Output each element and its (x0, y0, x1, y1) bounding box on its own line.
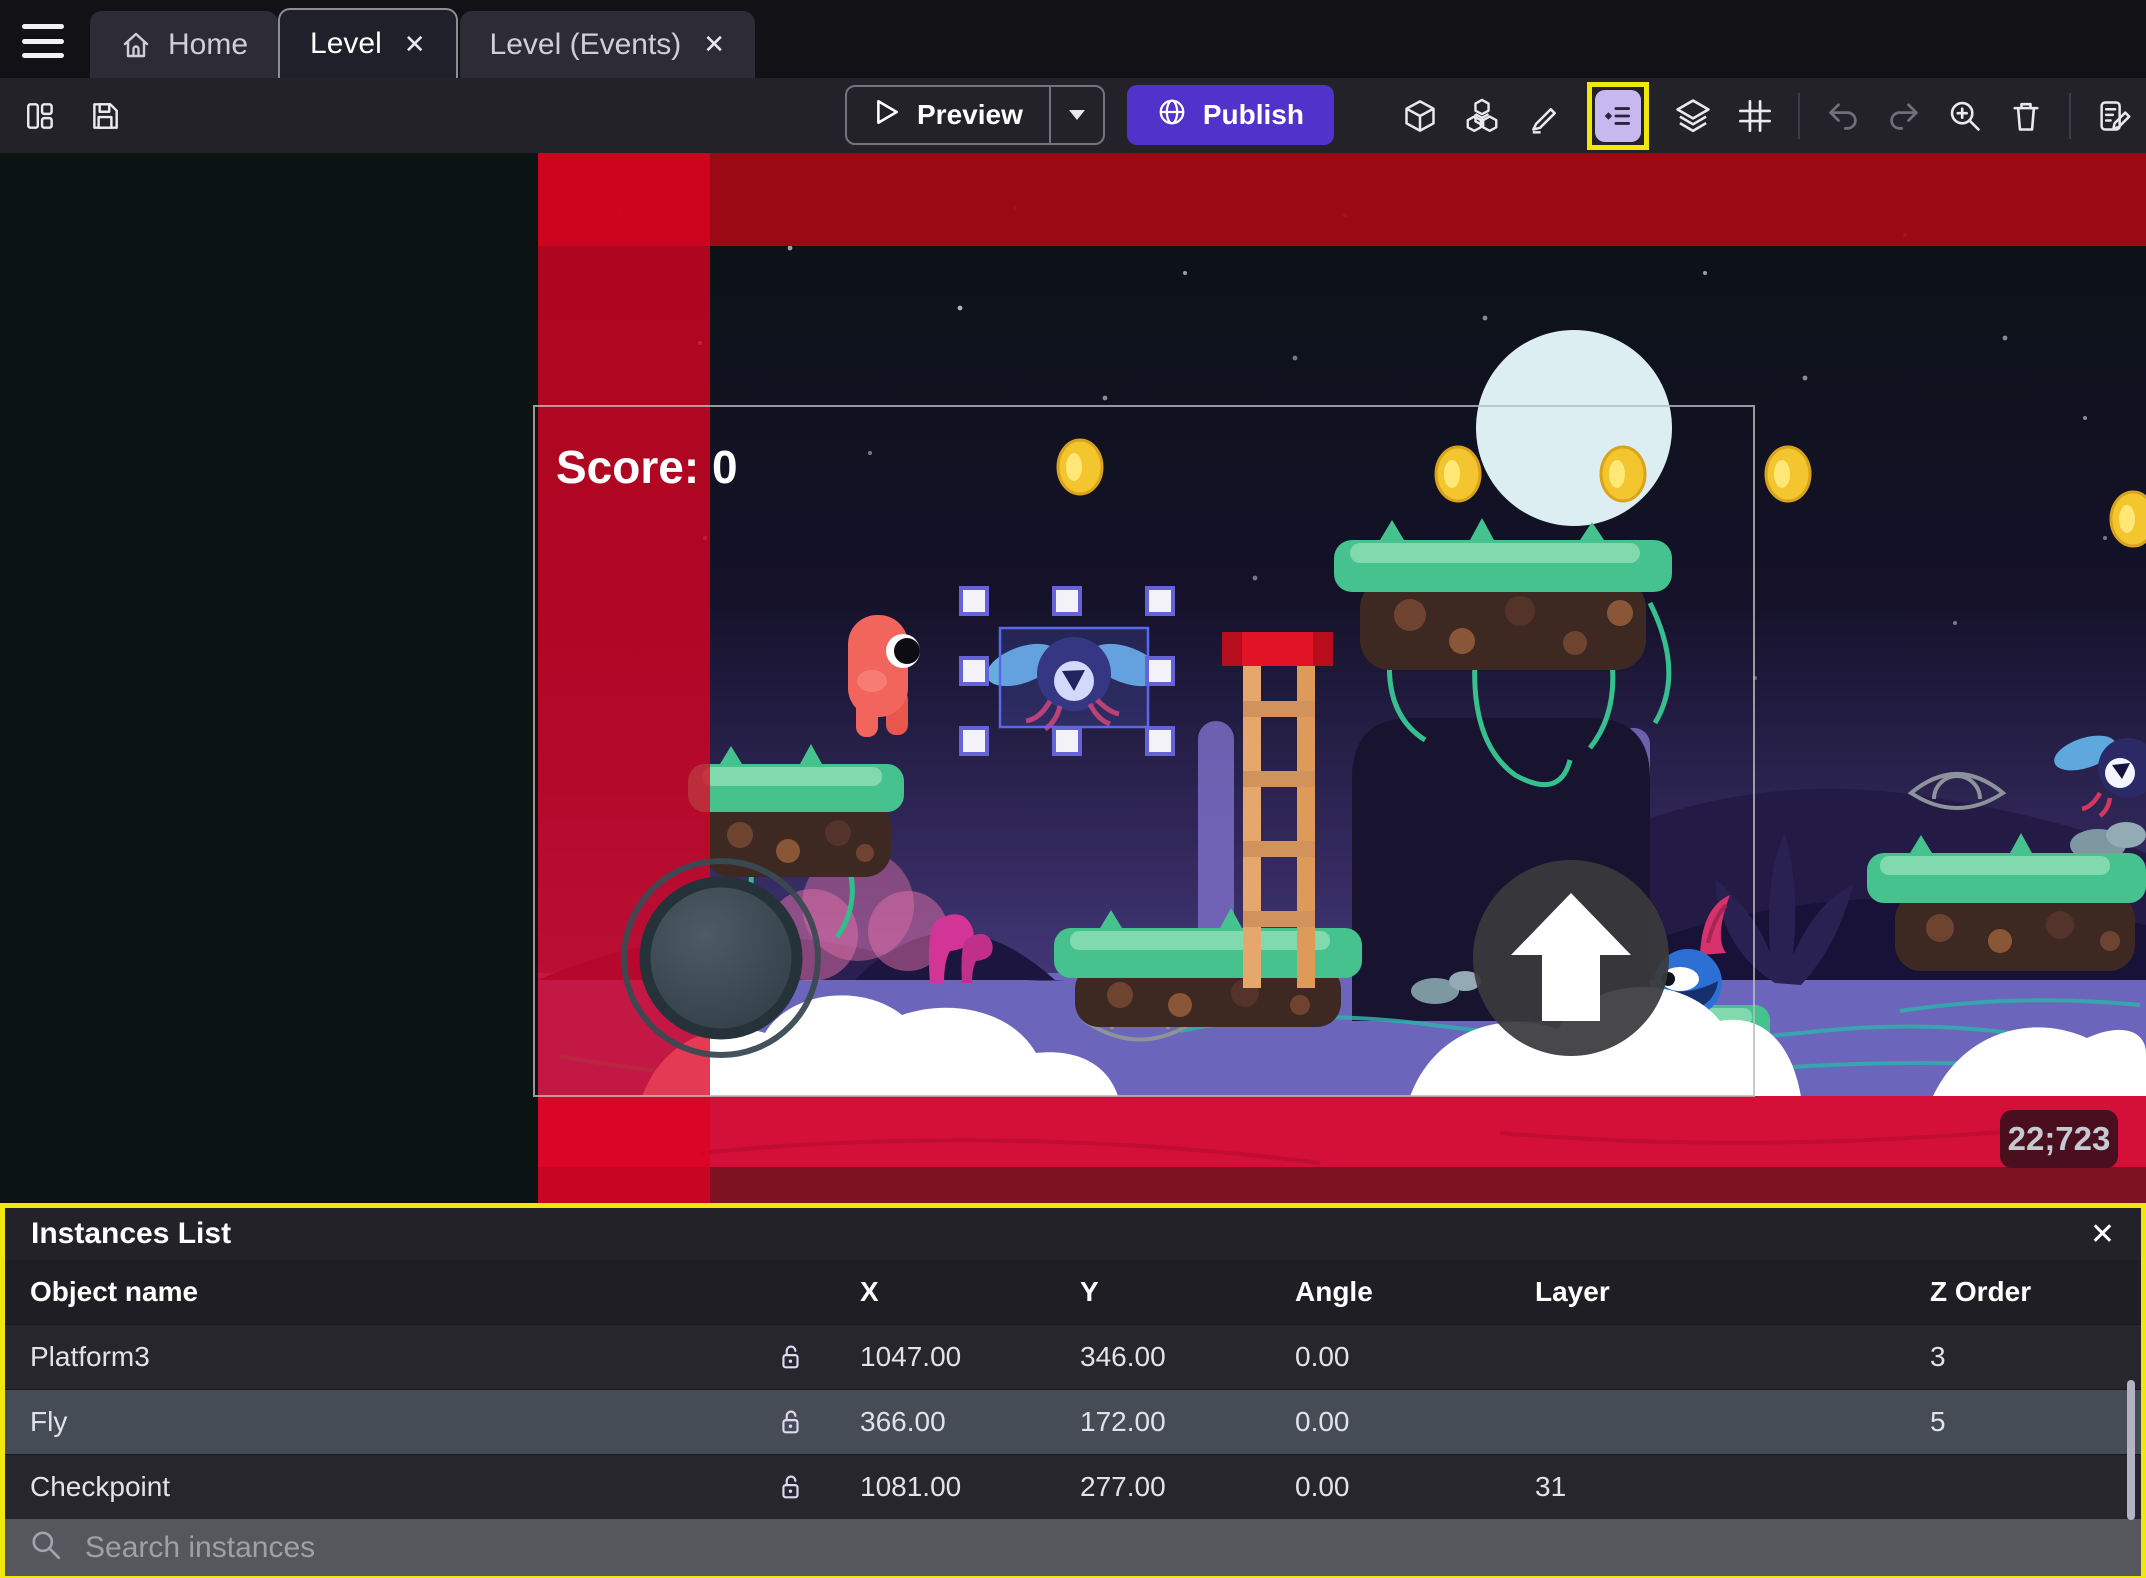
scene-canvas[interactable]: Score: 0 22;723 (0, 153, 2146, 1203)
cursor-coordinates-badge: 22;723 (2000, 1110, 2118, 1168)
redo-icon[interactable] (1886, 98, 1922, 134)
lock-open-icon[interactable] (745, 1407, 835, 1437)
tab-label: Level (310, 27, 382, 60)
column-z-order[interactable]: Z Order (1905, 1276, 2141, 1308)
pen-icon[interactable] (1526, 98, 1562, 134)
editor-toolbar: Preview Publish (0, 78, 2146, 153)
hud-joystick[interactable] (621, 858, 821, 1058)
instance-y: 277.00 (1080, 1471, 1166, 1502)
coin (1434, 445, 1482, 503)
layers-icon[interactable] (1674, 97, 1712, 135)
search-icon (29, 1528, 63, 1567)
coin (1056, 438, 1104, 496)
objects-group-icon[interactable] (1463, 97, 1501, 135)
edit-properties-icon[interactable] (2096, 98, 2132, 134)
instance-name: Platform3 (30, 1341, 150, 1372)
home-icon (120, 29, 152, 61)
instances-list-panel: Instances List ✕ Object name X Y Angle L… (0, 1203, 2146, 1578)
lock-open-icon[interactable] (745, 1472, 835, 1502)
play-icon (873, 98, 901, 133)
coin (1599, 445, 1647, 503)
tab-bar: Home Level ✕ Level (Events) ✕ (0, 0, 2146, 78)
gray-stone (2106, 822, 2146, 848)
globe-icon (1157, 97, 1187, 134)
search-row (5, 1519, 2141, 1576)
instance-z-order: 31 (1535, 1471, 1567, 1502)
preview-button[interactable]: Preview (845, 85, 1105, 145)
instance-z-order: 5 (1930, 1406, 1946, 1437)
preview-dropdown-button[interactable] (1051, 87, 1103, 143)
panel-title: Instances List (31, 1217, 232, 1250)
instances-table-header: Object name X Y Angle Layer Z Order (5, 1260, 2141, 1324)
column-x[interactable]: X (835, 1276, 1055, 1308)
hud-jump-button[interactable] (1473, 860, 1669, 1056)
table-row-platform3[interactable]: Platform3 1047.00 346.00 0.00 3 (5, 1324, 2141, 1389)
preview-label: Preview (917, 99, 1023, 130)
instance-name: Checkpoint (30, 1471, 171, 1502)
lock-open-icon[interactable] (745, 1342, 835, 1372)
column-layer[interactable]: Layer (1510, 1276, 1905, 1308)
instance-x: 1081.00 (860, 1471, 962, 1502)
tab-home[interactable]: Home (90, 11, 279, 78)
coin (2109, 490, 2146, 548)
save-icon[interactable] (88, 99, 122, 133)
tab-label: Level (Events) (489, 27, 682, 61)
column-y[interactable]: Y (1055, 1276, 1270, 1308)
panel-layout-icon[interactable] (24, 99, 58, 133)
instance-angle: 0.00 (1295, 1471, 1350, 1502)
main-menu-icon[interactable] (22, 24, 64, 58)
instance-y: 346.00 (1080, 1341, 1166, 1372)
coin (1764, 445, 1812, 503)
instance-name: Fly (30, 1406, 68, 1437)
instance-x: 366.00 (860, 1406, 946, 1437)
trash-icon[interactable] (2008, 98, 2044, 134)
table-row-checkpoint[interactable]: Checkpoint 1081.00 277.00 0.00 31 (5, 1454, 2141, 1519)
instances-list-icon (1595, 89, 1641, 142)
close-icon[interactable]: ✕ (703, 29, 725, 60)
tab-level[interactable]: Level ✕ (278, 8, 458, 78)
panel-scrollbar[interactable] (2127, 1380, 2135, 1520)
grid-icon[interactable] (1737, 98, 1773, 134)
tab-label: Home (168, 27, 249, 61)
close-icon[interactable]: ✕ (2090, 1217, 2115, 1252)
red-top-band (538, 153, 2146, 246)
column-angle[interactable]: Angle (1270, 1276, 1510, 1308)
instance-y: 172.00 (1080, 1406, 1166, 1437)
undo-icon[interactable] (1825, 98, 1861, 134)
instance-x: 1047.00 (860, 1341, 962, 1372)
app-window: Home Level ✕ Level (Events) ✕ Preview Pu… (0, 0, 2146, 1578)
instances-list-toggle-highlight[interactable] (1587, 81, 1649, 150)
selection-box[interactable] (998, 626, 1150, 729)
zoom-in-icon[interactable] (1947, 98, 1983, 134)
tab-level-events[interactable]: Level (Events) ✕ (459, 11, 756, 78)
svg-text:22;723: 22;723 (2008, 1120, 2111, 1157)
chevron-down-icon (1068, 110, 1085, 120)
toolbar-divider (1798, 92, 1800, 139)
publish-button[interactable]: Publish (1126, 85, 1334, 145)
moon[interactable] (1476, 330, 1672, 526)
column-object-name[interactable]: Object name (5, 1276, 745, 1308)
search-input[interactable] (83, 1529, 2117, 1566)
red-bottom-band (538, 1096, 2146, 1203)
close-icon[interactable]: ✕ (404, 29, 426, 60)
instance-angle: 0.00 (1295, 1406, 1350, 1437)
table-row-fly-selected[interactable]: Fly 366.00 172.00 0.00 5 (5, 1389, 2141, 1454)
object-cube-icon[interactable] (1402, 98, 1438, 134)
editor-out-of-bounds (0, 153, 538, 1203)
toolbar-divider (2069, 92, 2071, 139)
instance-angle: 0.00 (1295, 1341, 1350, 1372)
score-text-object[interactable]: Score: 0 (556, 441, 738, 493)
publish-label: Publish (1202, 99, 1304, 130)
instance-z-order: 3 (1930, 1341, 1946, 1372)
